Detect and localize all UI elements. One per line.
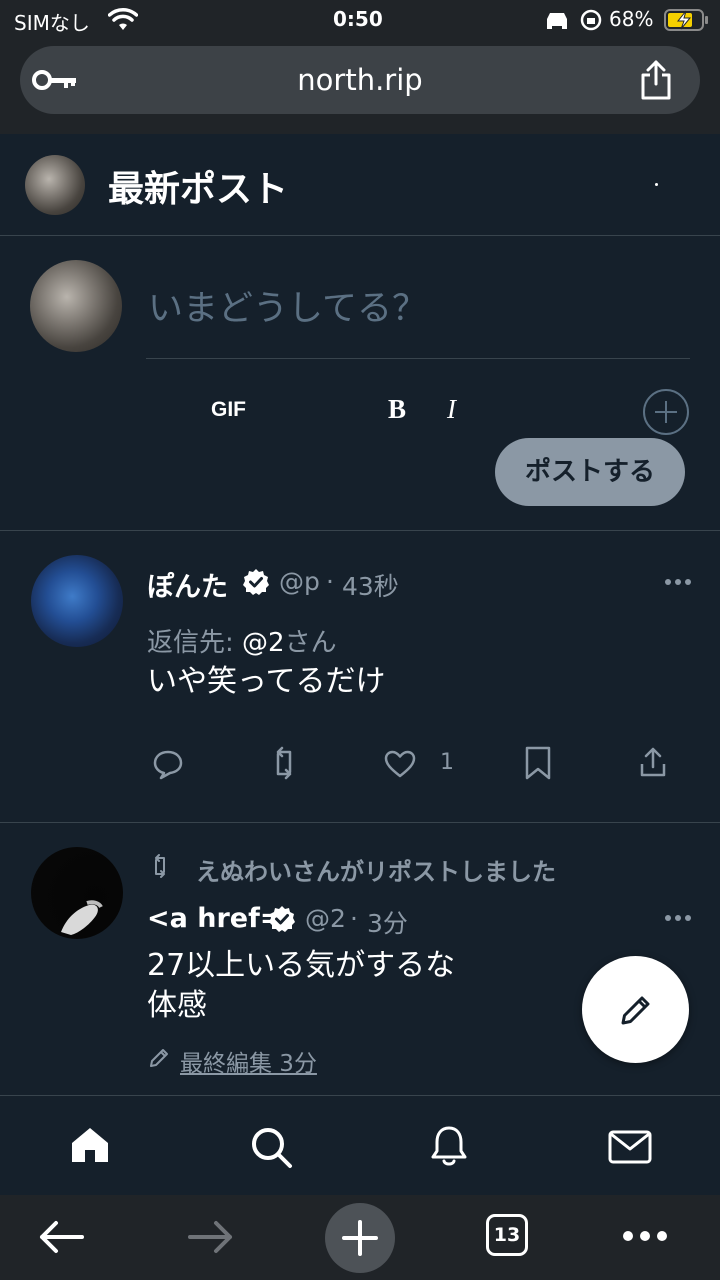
notifications-bell-icon[interactable] [430,1124,468,1168]
post-avatar[interactable] [31,555,123,647]
battery-charging-icon [664,8,710,32]
new-tab-button[interactable] [325,1203,395,1273]
home-icon[interactable] [70,1126,110,1164]
italic-button[interactable]: I [447,394,456,425]
post-time[interactable]: 43秒 [342,567,399,603]
wifi-icon [108,8,138,32]
compose-underline [146,358,690,359]
bold-button[interactable]: B [388,394,406,425]
forward-arrow-icon[interactable] [188,1219,234,1255]
post-handle[interactable]: @2 [305,904,346,933]
page-title: 最新ポスト [108,169,289,210]
post-share-icon[interactable] [638,746,668,778]
gif-button[interactable]: GIF [211,398,246,422]
reply-icon[interactable] [152,748,184,780]
bottom-nav [0,1095,720,1196]
post-avatar[interactable] [31,847,123,939]
messages-mail-icon[interactable] [608,1130,652,1164]
reply-prefix: 返信先: [147,628,243,658]
post-text-line-2: 体感 [147,988,207,1023]
like-count: 1 [440,750,454,775]
header-avatar[interactable] [25,155,85,215]
like-icon[interactable] [384,750,416,778]
post-divider [0,822,720,823]
search-icon[interactable] [250,1126,294,1170]
more-options-icon[interactable] [664,578,692,586]
orientation-lock-icon [580,9,602,31]
reply-suffix: さん [284,628,337,658]
url-text[interactable]: north.rip [20,46,700,114]
post-display-name[interactable]: ぽんた [147,565,228,604]
compose-fab[interactable] [582,956,689,1063]
verified-badge-icon [268,905,296,933]
pencil-icon [619,993,653,1027]
add-circle-icon[interactable] [642,388,690,436]
carrier-label: SIMなし [14,11,90,35]
url-bar[interactable]: north.rip [20,46,700,114]
header-divider [0,235,720,236]
repost-indicator-icon [150,854,170,878]
reply-to-handle[interactable]: @2 [242,628,285,658]
header-dot [655,183,658,186]
post-button[interactable]: ポストする [495,438,685,506]
post-text-line-1: 27以上いる気がするな [147,948,456,983]
composer-divider [0,530,720,531]
compose-input[interactable]: いまどうしてる？ [148,280,427,331]
edit-pencil-icon [148,1047,170,1069]
clock: 0:50 [333,7,383,31]
meta-separator: · [350,904,358,933]
verified-badge-icon [242,568,270,596]
car-icon [544,10,570,30]
more-menu-icon[interactable] [622,1230,668,1242]
browser-toolbar: 13 [0,1195,720,1280]
more-options-icon[interactable] [664,914,692,922]
post-time[interactable]: 3分 [367,904,408,940]
back-arrow-icon[interactable] [38,1219,84,1255]
post-handle[interactable]: @p [279,567,320,596]
meta-separator: · [326,567,334,596]
post-text: いや笑ってるだけ [147,664,386,699]
battery-percent: 68% [609,7,654,31]
edited-label[interactable]: 最終編集 3分 [180,1044,317,1078]
repost-label[interactable]: えぬわいさんがリポストしました [196,852,556,887]
share-icon[interactable] [638,60,674,100]
tabs-count-button[interactable]: 13 [486,1214,528,1256]
repost-icon[interactable] [268,746,300,780]
status-bar: SIMなし 0:50 68% [0,0,720,40]
post-display-name[interactable]: <a href= [147,903,282,934]
reply-to-line: 返信先: @2さん [147,622,337,659]
bookmark-icon[interactable] [524,745,552,781]
composer-avatar[interactable] [30,260,122,352]
